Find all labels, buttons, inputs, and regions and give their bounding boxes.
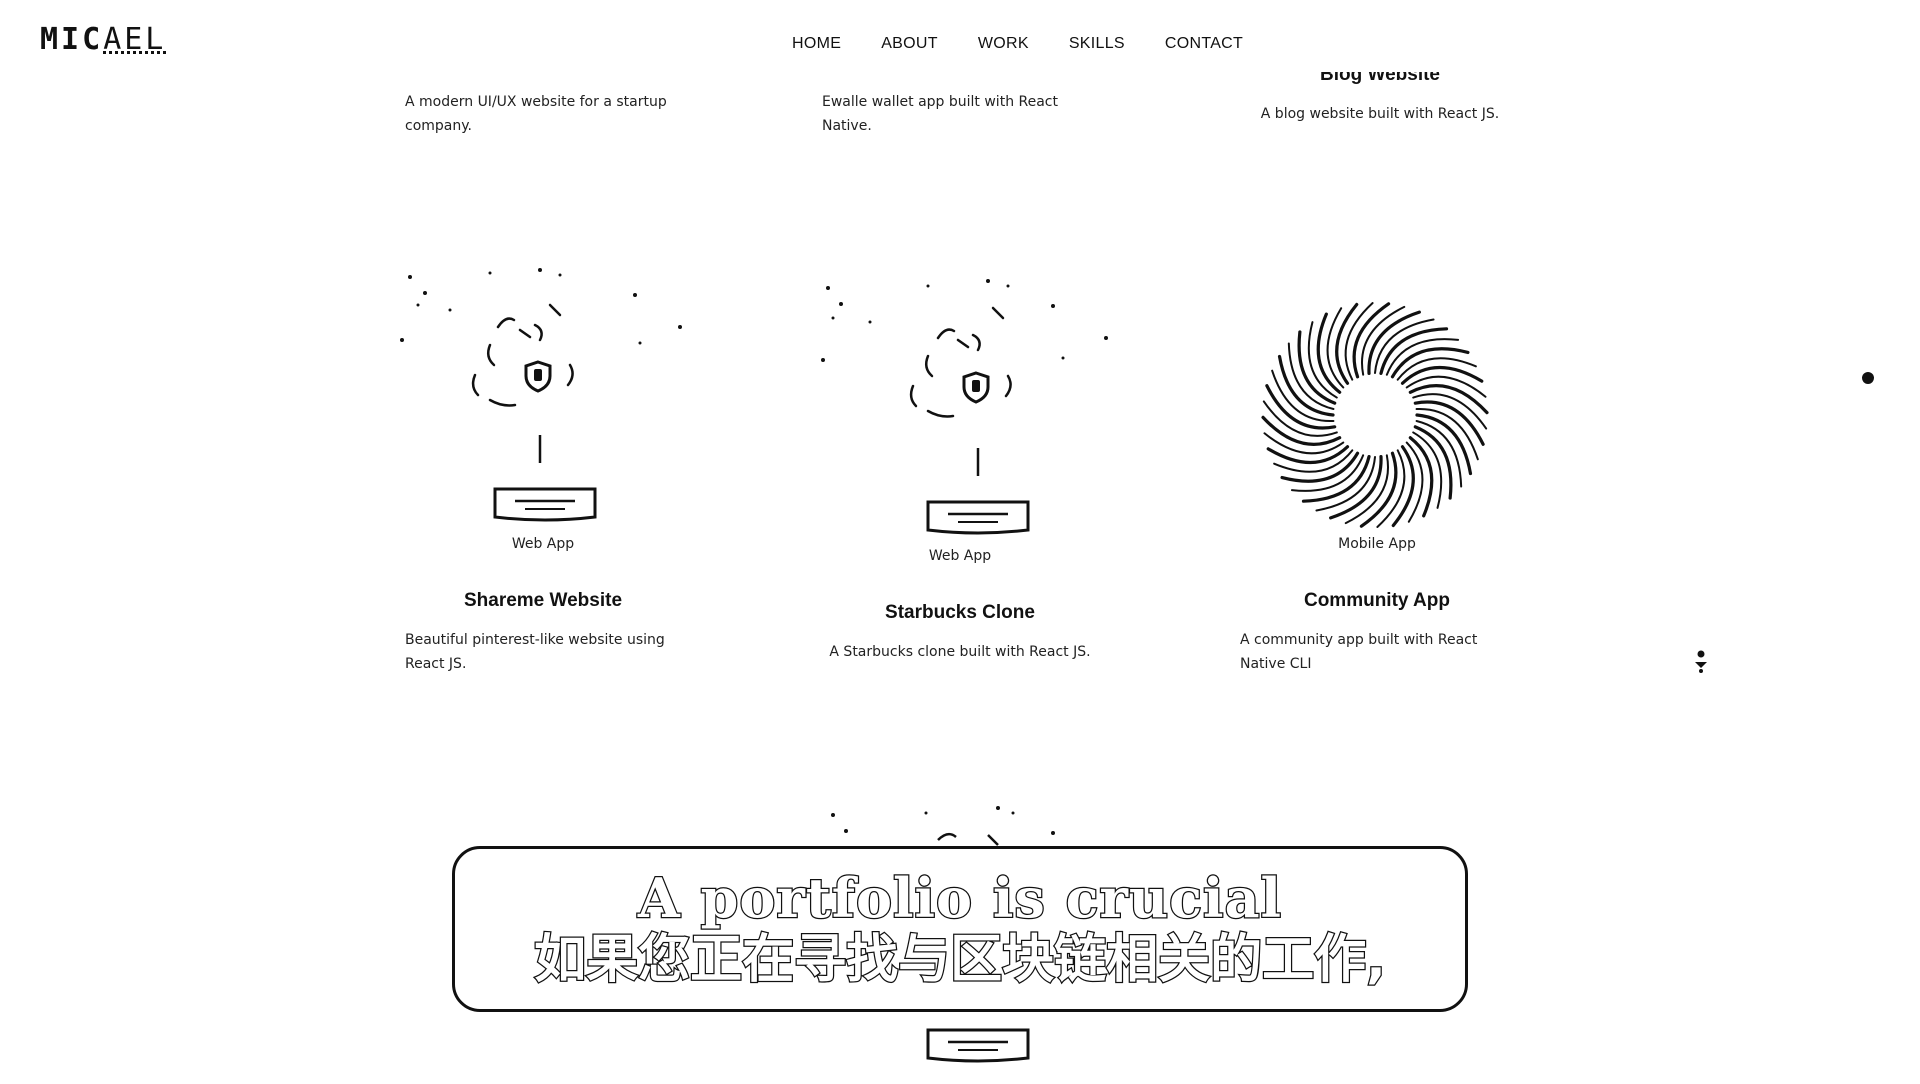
project-title: Shareme Website: [463, 590, 623, 611]
project-category: Web App: [928, 548, 992, 564]
logo-part-1: MIC: [40, 22, 104, 57]
web-app-illustration[interactable]: [390, 265, 700, 530]
main-nav: HOME ABOUT WORK SKILLS CONTACT: [792, 35, 1243, 53]
logo-part-2: AEL: [103, 22, 167, 57]
project-desc-ewalle: Ewalle wallet app built with React Nativ…: [822, 94, 1058, 134]
project-desc-blog: A blog website built with React JS.: [1260, 106, 1500, 122]
project-title: Community App: [1303, 590, 1450, 611]
subtitle-line-english: A portfolio is crucial: [637, 866, 1283, 931]
nav-work[interactable]: WORK: [978, 35, 1029, 53]
section-nav-dot[interactable]: [1862, 372, 1874, 384]
project-desc: A community app built with React Native …: [1240, 632, 1478, 672]
nav-home[interactable]: HOME: [792, 35, 841, 53]
site-logo[interactable]: MICAEL: [40, 22, 166, 57]
scroll-down-icon[interactable]: [1693, 650, 1709, 678]
mobile-app-swirl-illustration[interactable]: [1255, 295, 1495, 535]
web-app-illustration[interactable]: [808, 278, 1118, 543]
project-desc: A Starbucks clone built with React JS.: [829, 644, 1091, 660]
video-subtitle: A portfolio is crucial 如果您正在寻找与区块链相关的工作,: [452, 846, 1468, 1012]
project-category: Web App: [511, 536, 575, 552]
subtitle-line-chinese: 如果您正在寻找与区块链相关的工作,: [533, 929, 1387, 992]
project-title: Starbucks Clone: [885, 602, 1035, 623]
nav-about[interactable]: ABOUT: [881, 35, 938, 53]
project-desc-startup: A modern UI/UX website for a startup com…: [405, 94, 667, 134]
project-category: Mobile App: [1338, 536, 1416, 552]
nav-skills[interactable]: SKILLS: [1069, 35, 1125, 53]
nav-contact[interactable]: CONTACT: [1165, 35, 1243, 53]
project-title-blog: Blog Website: [1320, 64, 1440, 85]
project-desc: Beautiful pinterest-like website using R…: [405, 632, 665, 672]
